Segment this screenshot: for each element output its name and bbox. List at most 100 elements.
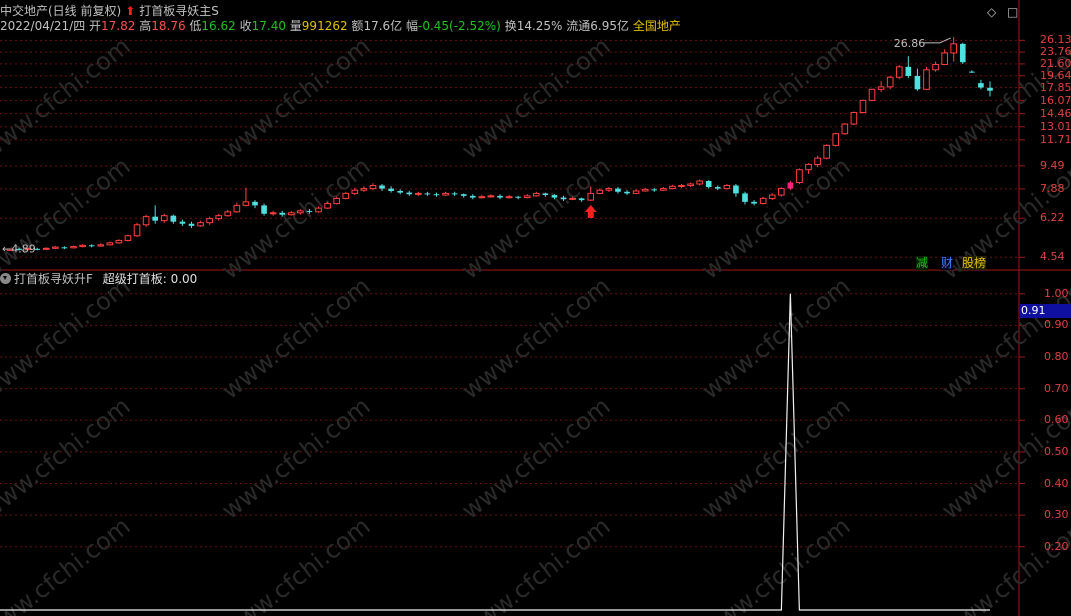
- candle-body: [877, 86, 885, 90]
- candle-body: [515, 196, 521, 198]
- watermark-text: www.cfchi.com: [936, 512, 1071, 616]
- quote-field-0: 2022/04/21/四: [0, 19, 86, 33]
- candle-body: [333, 197, 340, 205]
- candle-body: [442, 192, 449, 196]
- candle-body: [460, 194, 467, 196]
- candle-body: [814, 157, 821, 165]
- candle-body: [632, 190, 640, 194]
- candle-body: [551, 195, 558, 198]
- quote-field-2: 17.82: [101, 19, 136, 33]
- candle-body: [523, 195, 531, 199]
- candle-body: [142, 216, 150, 226]
- diamond-icon[interactable]: ◇: [987, 5, 996, 19]
- candle-body: [497, 195, 503, 198]
- candle-body: [79, 244, 86, 248]
- candle-body: [505, 196, 513, 199]
- candle-body: [759, 197, 767, 205]
- chart-canvas[interactable]: www.cfchi.com www.cfchi.com www.cfchi.com w…: [0, 0, 1071, 616]
- badge-2[interactable]: 股榜: [962, 256, 987, 270]
- watermark-text: www.cfchi.com: [0, 272, 135, 405]
- candle-body: [532, 192, 540, 197]
- candle-body: [224, 211, 232, 217]
- title-segment-1: ⬆: [125, 4, 136, 18]
- candle-body: [70, 246, 77, 249]
- collapse-icon[interactable]: [0, 273, 11, 284]
- candle-body: [542, 193, 549, 196]
- quote-field-5: 低: [185, 19, 202, 33]
- candle-body: [487, 195, 495, 198]
- indicator-tick-label: 1.00: [1044, 286, 1069, 300]
- candle-body: [233, 204, 241, 213]
- candle-body: [397, 190, 403, 193]
- candle-body: [596, 189, 604, 194]
- quote-info-bar: 2022/04/21/四 开17.82 高18.76 低16.62 收17.40…: [0, 18, 681, 34]
- indicator-label: 超级打首板: 0.00: [102, 272, 198, 286]
- badge-1[interactable]: 财: [941, 256, 954, 270]
- candle-body: [351, 189, 359, 194]
- quote-field-12: 17.6亿: [363, 19, 403, 33]
- signal-arrow-icon: [584, 204, 597, 218]
- quote-field-16: 14.25%: [516, 19, 563, 33]
- price-tick-label: 17.85: [1040, 80, 1071, 94]
- candle-body: [868, 88, 876, 101]
- candle-body: [124, 235, 132, 241]
- indicator-tick-label: 0.20: [1044, 539, 1069, 553]
- quote-field-18: 6.95亿: [590, 19, 630, 33]
- indicator-tick-label: 0.70: [1044, 381, 1069, 395]
- indicator-name[interactable]: 打首板寻妖升F: [14, 272, 93, 286]
- candle-body: [624, 191, 630, 194]
- window-toggle-icon[interactable]: □: [1007, 5, 1018, 19]
- candle-body: [850, 111, 858, 125]
- quote-field-9: 量: [285, 19, 302, 33]
- candle-body: [451, 193, 458, 195]
- price-tick-label: 4.54: [1040, 250, 1065, 264]
- candle-body: [978, 83, 984, 88]
- candle-body: [723, 185, 731, 190]
- quote-field-15: 换: [500, 19, 517, 33]
- candle-body: [714, 187, 721, 189]
- candle-body: [605, 188, 613, 191]
- candle-body: [133, 224, 141, 237]
- quote-field-13: 幅: [402, 19, 418, 33]
- candle-body: [886, 76, 894, 88]
- candle-body: [306, 210, 313, 212]
- price-tick-label: 14.46: [1040, 106, 1071, 120]
- candle-body: [687, 183, 694, 187]
- watermark-text: www.cfchi.com: [456, 392, 615, 525]
- candle-body: [424, 193, 431, 195]
- price-tick-label: 6.22: [1040, 211, 1065, 225]
- watermark-text: www.cfchi.com: [696, 392, 855, 525]
- indicator-tick-label: 0.50: [1044, 444, 1069, 458]
- candle-body: [841, 123, 849, 135]
- watermark-text: www.cfchi.com: [0, 392, 135, 525]
- quote-field-6: 16.62: [201, 19, 236, 33]
- candle-body: [950, 43, 958, 54]
- candle-body: [97, 244, 105, 247]
- candle-body: [106, 242, 114, 246]
- candle-body: [279, 212, 286, 215]
- candle-body: [641, 188, 649, 192]
- candle-body: [987, 87, 993, 91]
- candle-body: [660, 188, 667, 191]
- indicator-tick-label: 0.60: [1044, 413, 1069, 427]
- candle-body: [388, 188, 394, 191]
- candle-body: [152, 216, 158, 221]
- price-tick-label: 13.01: [1040, 119, 1071, 133]
- candle-body: [905, 66, 912, 76]
- candle-body: [433, 194, 440, 196]
- candle-body: [805, 163, 812, 171]
- candle-body: [360, 188, 368, 191]
- indicator-header: 打首板寻妖升F 超级打首板: 0.00: [0, 271, 197, 287]
- title-segment-0: 中交地产(日线 前复权): [0, 4, 122, 18]
- candle-body: [252, 201, 258, 206]
- candle-body: [733, 185, 739, 194]
- candle-body: [287, 212, 295, 216]
- quote-field-14: -0.45(-2.52%): [418, 19, 501, 33]
- indicator-tick-label: 0.90: [1044, 318, 1069, 332]
- watermark-text: www.cfchi.com: [456, 272, 615, 405]
- watermark-text: www.cfchi.com: [216, 392, 375, 525]
- candle-body: [170, 215, 177, 222]
- candle-body: [197, 222, 204, 227]
- candle-body: [188, 223, 195, 226]
- badge-0[interactable]: 减: [916, 256, 929, 270]
